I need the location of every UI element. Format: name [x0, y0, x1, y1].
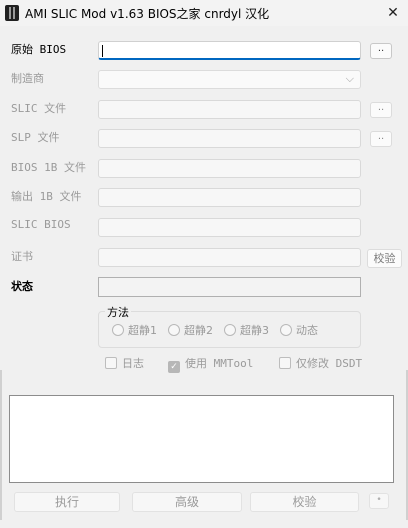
checkbox-icon [279, 357, 291, 369]
advanced-button[interactable]: 高级 [132, 492, 242, 512]
app-icon [5, 5, 19, 21]
radio-method-dynamic[interactable]: 动态 [280, 322, 318, 338]
status-field [98, 277, 361, 297]
radio-method-3[interactable]: 超静3 [224, 322, 269, 338]
window-title: AMI SLIC Mod v1.63 BIOS之家 cnrdyl 汉化 [25, 7, 270, 21]
extra-button[interactable]: • [369, 493, 389, 509]
checkbox-log-label: 日志 [122, 357, 144, 370]
bios-1b-file-input[interactable] [98, 159, 361, 178]
checkbox-log[interactable]: 日志 [105, 355, 144, 371]
checkbox-use-mmtool[interactable]: ✓ 使用 MMTool [168, 355, 253, 373]
radio-method-2-label: 超静2 [184, 324, 213, 337]
text-caret [102, 45, 103, 57]
slp-file-input[interactable] [98, 129, 361, 148]
chevron-down-icon: ⌵ [345, 72, 354, 85]
close-button[interactable]: ✕ [378, 0, 408, 26]
browse-slic-file-button[interactable]: .. [370, 102, 392, 118]
output-1b-file-input[interactable] [98, 188, 361, 207]
label-slic-bios: SLIC BIOS [11, 218, 71, 231]
original-bios-input[interactable] [98, 41, 361, 60]
checkbox-modify-dsdt-only-label: 仅修改 DSDT [296, 357, 363, 370]
radio-icon [112, 324, 124, 336]
radio-method-3-label: 超静3 [240, 324, 269, 337]
browse-original-bios-button[interactable]: .. [370, 43, 392, 59]
browse-slp-file-button[interactable]: .. [370, 131, 392, 147]
checkbox-use-mmtool-label: 使用 MMTool [185, 357, 254, 370]
label-status: 状态 [11, 280, 33, 293]
radio-method-dynamic-label: 动态 [296, 324, 318, 337]
radio-method-2[interactable]: 超静2 [168, 322, 213, 338]
log-output-area[interactable] [9, 395, 394, 483]
execute-button[interactable]: 执行 [14, 492, 120, 512]
label-original-bios: 原始 BIOS [11, 43, 67, 56]
slic-file-input[interactable] [98, 100, 361, 119]
radio-icon [224, 324, 236, 336]
method-group-title: 方法 [105, 304, 131, 320]
label-slp-file: SLP 文件 [11, 131, 60, 144]
label-bios-1b-file: BIOS 1B 文件 [11, 161, 86, 174]
manufacturer-select[interactable]: ⌵ [98, 70, 361, 89]
radio-method-1-label: 超静1 [128, 324, 157, 337]
slic-bios-input[interactable] [98, 218, 361, 237]
label-manufacturer: 制造商 [11, 72, 44, 85]
checkbox-modify-dsdt-only[interactable]: 仅修改 DSDT [279, 355, 362, 371]
label-certificate: 证书 [11, 250, 33, 263]
checkmark-icon: ✓ [168, 361, 180, 373]
verify-certificate-button[interactable]: 校验 [367, 249, 402, 268]
title-bar: AMI SLIC Mod v1.63 BIOS之家 cnrdyl 汉化 ✕ [0, 0, 408, 26]
radio-method-1[interactable]: 超静1 [112, 322, 157, 338]
label-output-1b-file: 输出 1B 文件 [11, 190, 82, 203]
radio-icon [168, 324, 180, 336]
certificate-input[interactable] [98, 248, 361, 267]
window-edge-left [0, 370, 2, 520]
label-slic-file: SLIC 文件 [11, 102, 67, 115]
checkbox-icon [105, 357, 117, 369]
verify-button[interactable]: 校验 [250, 492, 359, 512]
radio-icon [280, 324, 292, 336]
